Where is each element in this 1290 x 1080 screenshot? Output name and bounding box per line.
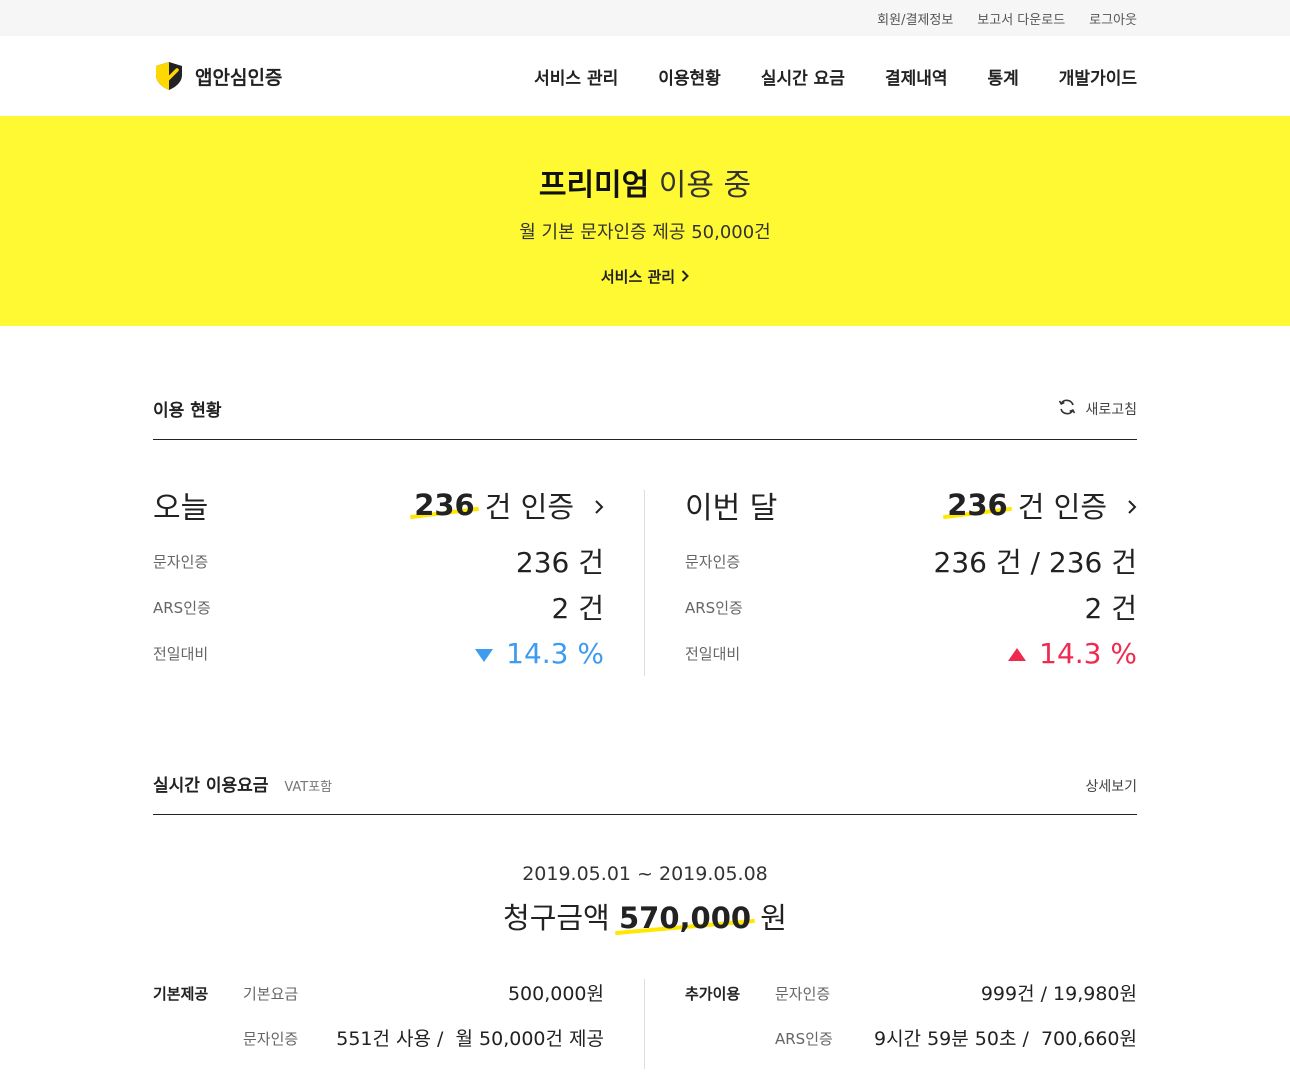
list-item: 문자인증 999건 / 19,980원 [775,979,1137,1024]
extra-usage: 추가이용 문자인증 999건 / 19,980원 ARS인증 9시간 59분 5… [645,979,1137,1069]
list-item: 문자인증 551건 사용 / 월 50,000건 제공 [243,1024,604,1069]
triangle-down-icon [474,637,494,670]
nav-realtime-charge[interactable]: 실시간 요금 [761,64,845,89]
month-compare: 14.3 % [1007,637,1137,670]
refresh-label: 새로고침 [1085,402,1137,418]
today-compare-label: 전일대비 [153,644,209,663]
today-sms-value: 236 건 [515,546,604,579]
billing-title: 실시간 이용요금 VAT포함 [153,771,332,796]
plan-name: 프리미엄 [538,168,650,203]
today-total-suffix: 건 인증 [484,490,574,524]
basic-sms-value: 551건 사용 / 월 50,000건 제공 [336,1028,604,1050]
chevron-right-icon [1127,488,1137,522]
chevron-right-icon [594,488,604,522]
today-ars-label: ARS인증 [153,598,211,617]
logo[interactable]: 앱안심인증 [153,61,282,91]
today-total-link[interactable]: 236 건 인증 [414,484,604,526]
amount-value: 570,000 [618,901,752,935]
billing-detail: 기본제공 기본요금 500,000원 문자인증 551건 사용 / 월 50,0… [153,979,1137,1069]
today-stats: 오늘 236 건 인증 문자인증 236 건 ARS인증 2 건 전일대비 14… [153,488,645,676]
nav-usage-status[interactable]: 이용현황 [658,64,721,89]
chevron-right-icon [681,268,690,286]
refresh-icon [1057,397,1077,421]
month-sms-label: 문자인증 [685,552,741,571]
extra-group-label: 추가이용 [685,985,741,1003]
billing-section: 실시간 이용요금 VAT포함 상세보기 2019.05.01 ~ 2019.05… [153,771,1137,1069]
billing-section-header: 실시간 이용요금 VAT포함 상세보기 [153,771,1137,815]
nav-payment-history[interactable]: 결제내역 [885,64,948,89]
vat-note: VAT포함 [284,780,333,795]
month-label: 이번 달 [685,491,778,526]
month-total-count: 236 [947,488,1008,522]
today-ars-value: 2 건 [551,592,604,625]
main-nav: 서비스 관리 이용현황 실시간 요금 결제내역 통계 개발가이드 [534,64,1137,89]
today-compare: 14.3 % [474,637,604,670]
member-payment-info-link[interactable]: 회원/결제정보 [877,9,953,28]
amount-prefix: 청구금액 [503,901,610,935]
plan-description: 월 기본 문자인증 제공 50,000건 [519,222,771,243]
nav-service-management[interactable]: 서비스 관리 [534,64,618,89]
nav-statistics[interactable]: 통계 [988,64,1019,89]
month-ars-label: ARS인증 [685,598,743,617]
plan-status: 프리미엄 이용 중 [0,160,1290,204]
plan-banner: 프리미엄 이용 중 월 기본 문자인증 제공 50,000건 서비스 관리 [0,116,1290,326]
top-utility-bar: 회원/결제정보 보고서 다운로드 로그아웃 [0,0,1290,36]
basic-provision: 기본제공 기본요금 500,000원 문자인증 551건 사용 / 월 50,0… [153,979,645,1069]
logo-text: 앱안심인증 [195,66,283,89]
month-total-suffix: 건 인증 [1017,490,1107,524]
shield-check-icon [153,61,185,91]
refresh-button[interactable]: 새로고침 [1057,397,1137,421]
today-compare-value: 14.3 % [506,636,604,670]
usage-section: 이용 현황 새로고침 오늘 236 건 인증 문자인증 236 건 ARS인증 … [153,396,1137,676]
usage-title: 이용 현황 [153,401,222,421]
billing-title-text: 실시간 이용요금 [153,776,269,796]
extra-ars-label: ARS인증 [775,1030,833,1048]
month-compare-label: 전일대비 [685,644,741,663]
plan-suffix: 이용 중 [658,168,752,203]
basic-fee-label: 기본요금 [243,985,299,1003]
basic-fee-value: 500,000원 [507,983,604,1005]
service-management-label: 서비스 관리 [600,268,676,286]
header: 앱안심인증 서비스 관리 이용현황 실시간 요금 결제내역 통계 개발가이드 [0,36,1290,116]
triangle-up-icon [1007,637,1027,670]
billing-period: 2019.05.01 ~ 2019.05.08 [522,863,768,885]
logout-link[interactable]: 로그아웃 [1089,9,1137,28]
today-label: 오늘 [153,491,209,526]
today-total-count: 236 [414,488,475,522]
amount-unit: 원 [760,901,787,935]
month-compare-value: 14.3 % [1039,636,1137,670]
view-details-link[interactable]: 상세보기 [1085,776,1137,796]
extra-sms-label: 문자인증 [775,985,831,1003]
billing-amount: 청구금액 570,000 원 [153,895,1137,937]
extra-ars-value: 9시간 59분 50초 / 700,660원 [873,1028,1137,1050]
service-management-link[interactable]: 서비스 관리 [600,266,690,287]
list-item: 기본요금 500,000원 [243,979,604,1024]
basic-sms-label: 문자인증 [243,1030,299,1048]
month-sms-value: 236 건 / 236 건 [933,546,1137,579]
nav-developer-guide[interactable]: 개발가이드 [1059,64,1137,89]
report-download-link[interactable]: 보고서 다운로드 [977,9,1065,28]
usage-section-header: 이용 현황 새로고침 [153,396,1137,440]
today-sms-label: 문자인증 [153,552,209,571]
month-stats: 이번 달 236 건 인증 문자인증 236 건 / 236 건 ARS인증 2… [645,488,1137,676]
basic-group-label: 기본제공 [153,985,209,1003]
list-item: ARS인증 9시간 59분 50초 / 700,660원 [775,1024,1137,1069]
usage-stats: 오늘 236 건 인증 문자인증 236 건 ARS인증 2 건 전일대비 14… [153,488,1137,676]
extra-sms-value: 999건 / 19,980원 [980,983,1137,1005]
month-total-link[interactable]: 236 건 인증 [947,484,1137,526]
month-ars-value: 2 건 [1084,592,1137,625]
